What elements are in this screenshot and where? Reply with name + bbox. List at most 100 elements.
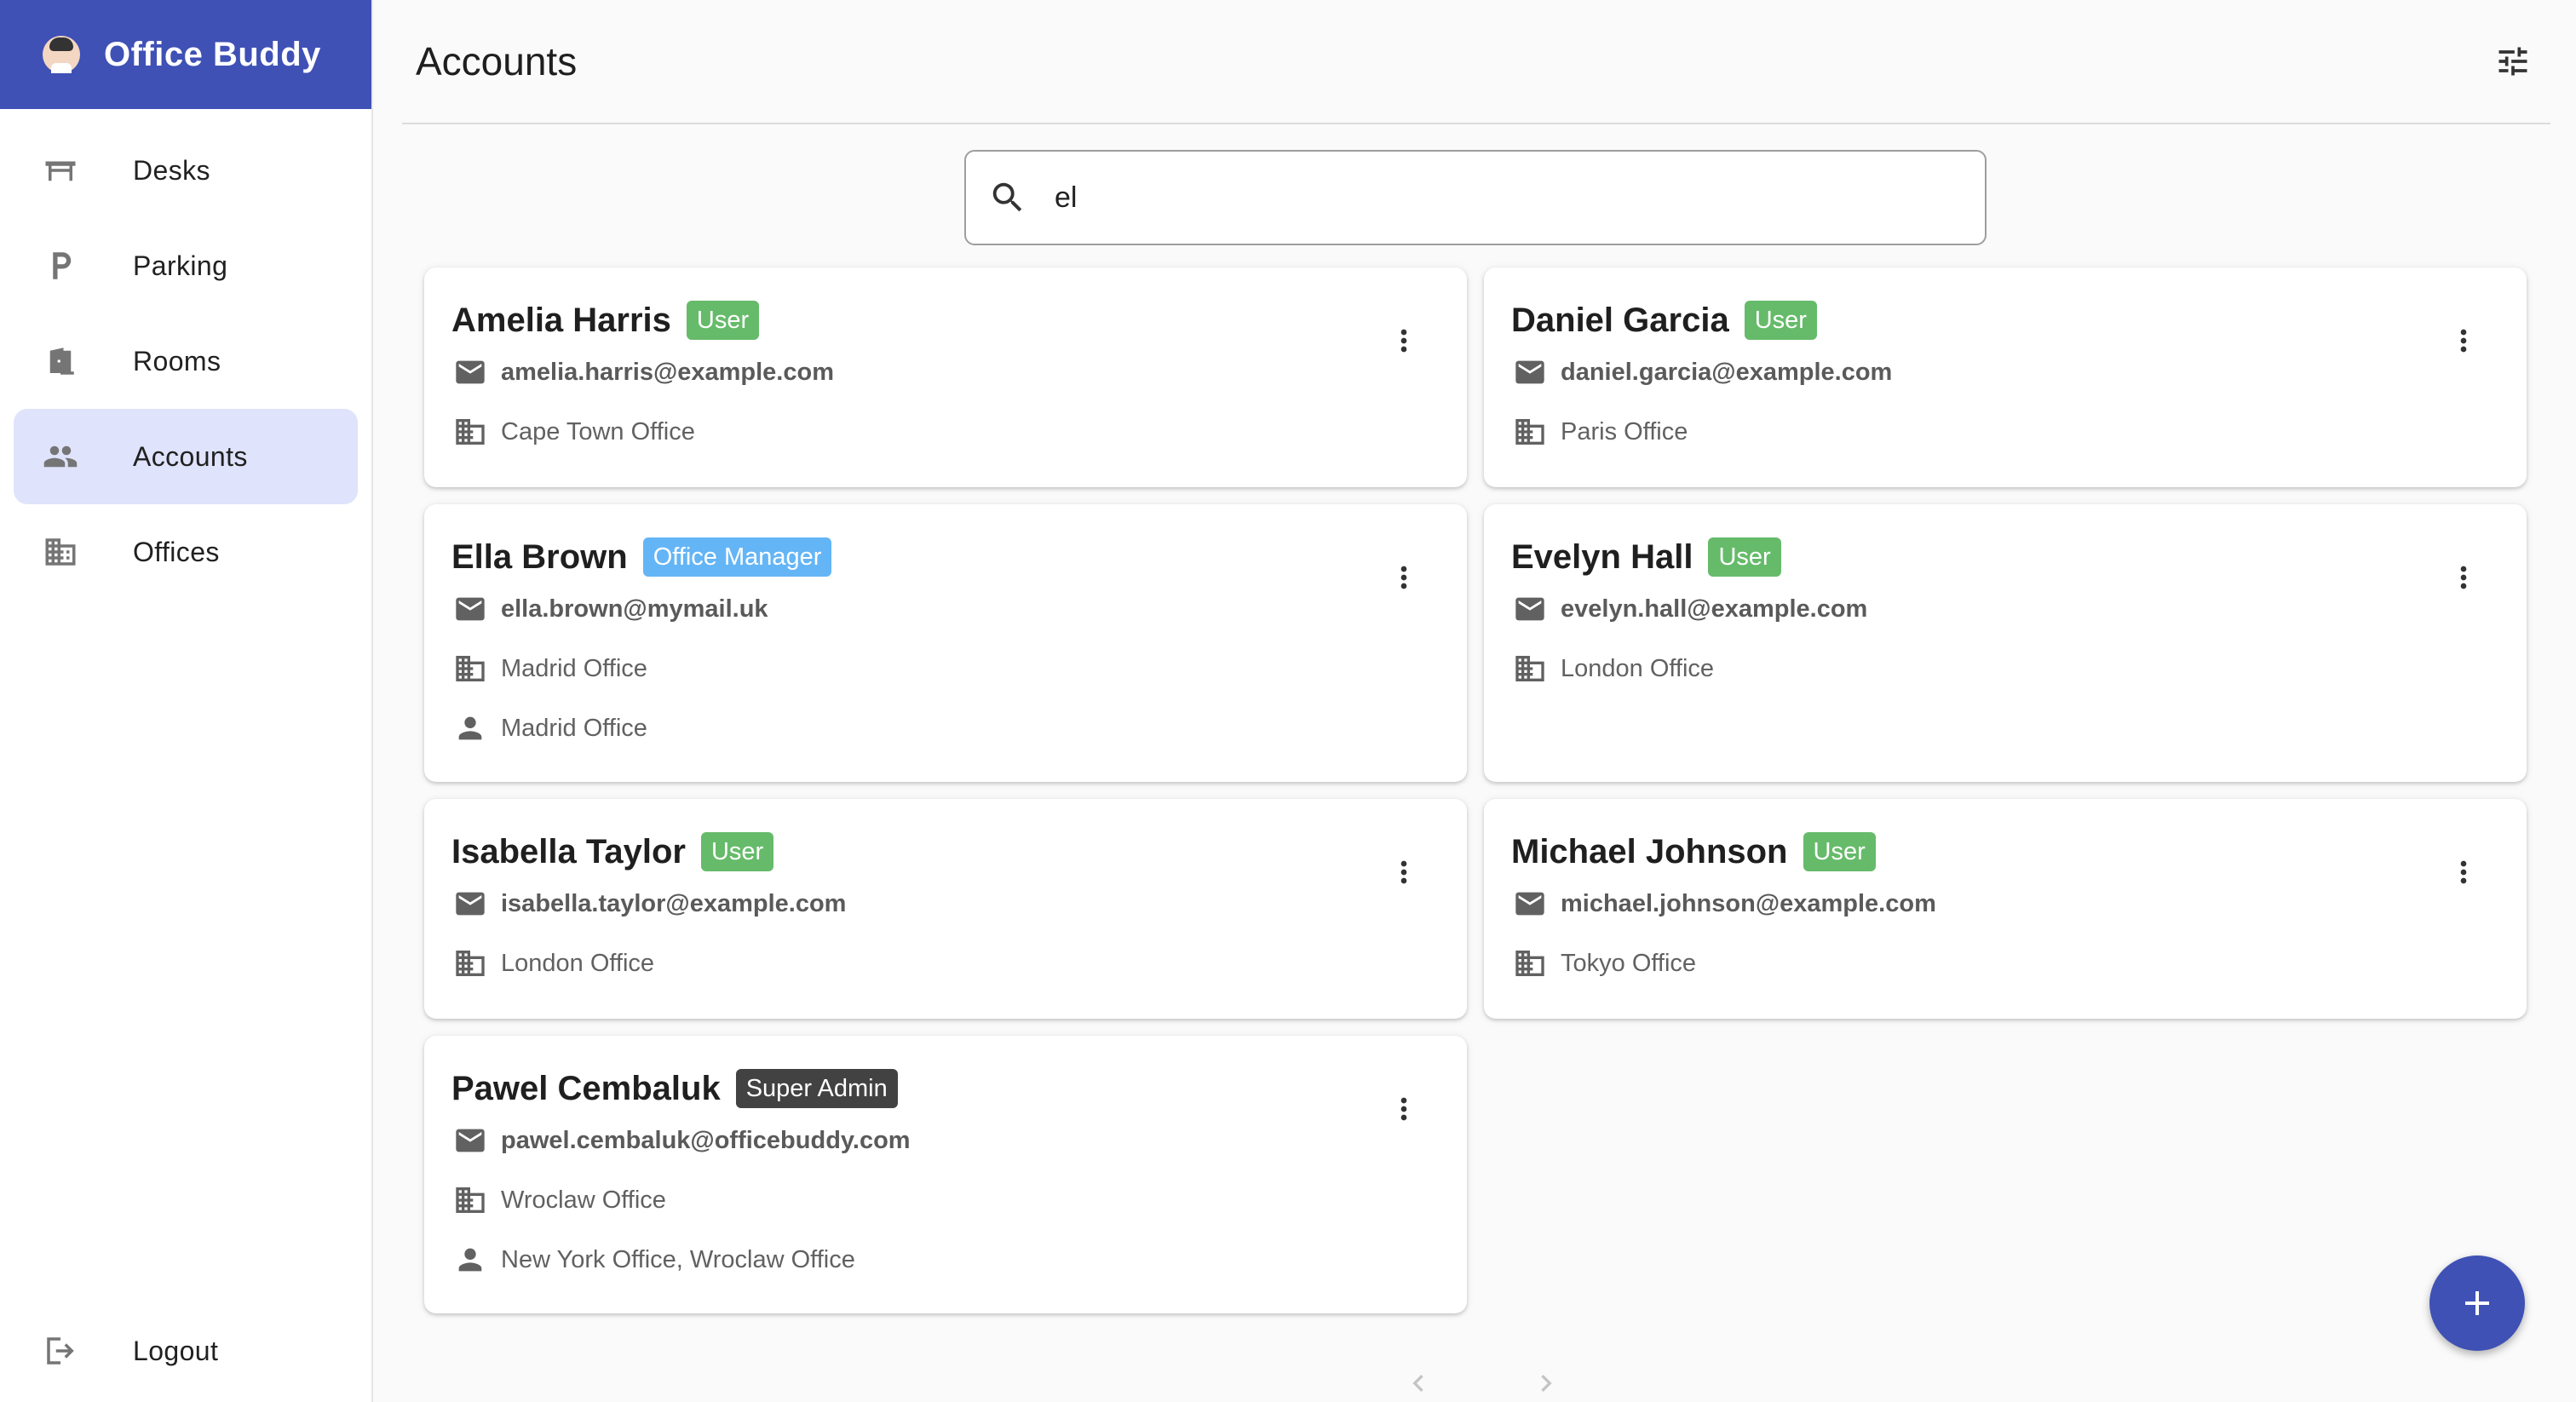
mail-icon (456, 597, 485, 621)
app-title: Office Buddy (104, 35, 321, 73)
more-options-button[interactable] (1387, 552, 1421, 603)
account-name: Isabella Taylor (451, 832, 686, 871)
page-title: Accounts (416, 39, 578, 83)
account-managed-offices: New York Office, Wroclaw Office (501, 1245, 855, 1273)
more-vert-icon (1400, 860, 1407, 884)
email-row: amelia.harris@example.com (451, 342, 1440, 402)
desk-icon (43, 152, 78, 188)
account-office: Paris Office (1561, 417, 1688, 445)
email-row: daniel.garcia@example.com (1511, 342, 2499, 402)
page-header: Accounts (402, 0, 2550, 124)
chevron-right-icon (1541, 1375, 1552, 1392)
sidebar-item-label: Rooms (133, 345, 221, 376)
pagination (1397, 1365, 1567, 1402)
search-box (964, 150, 1987, 245)
app-brand[interactable]: Office Buddy (0, 0, 371, 109)
office-row: Tokyo Office (1511, 934, 2499, 993)
account-email: ella.brown@mymail.uk (501, 595, 768, 623)
account-email: isabella.taylor@example.com (501, 889, 847, 917)
more-options-button[interactable] (1387, 315, 1421, 366)
role-badge: Super Admin (735, 1069, 898, 1108)
account-office: Tokyo Office (1561, 949, 1697, 977)
logout-icon (43, 1333, 78, 1369)
sidebar-item-rooms[interactable]: Rooms (14, 313, 358, 409)
role-badge: User (1708, 537, 1781, 577)
sidebar-item-accounts[interactable]: Accounts (14, 409, 358, 504)
office-row: Wroclaw Office (451, 1170, 1440, 1230)
role-badge: User (700, 832, 774, 871)
more-options-button[interactable] (1387, 847, 1421, 898)
account-card: Evelyn Hall User evelyn.hall@example.com… (1484, 504, 2527, 782)
account-card: Michael Johnson User michael.johnson@exa… (1484, 799, 2527, 1019)
more-options-button[interactable] (2447, 315, 2481, 366)
next-page-button[interactable] (1525, 1365, 1567, 1402)
person-icon (458, 716, 482, 740)
sidebar: Office Buddy Desks Parking Rooms Account… (0, 0, 373, 1402)
sidebar-item-desks[interactable]: Desks (14, 123, 358, 218)
account-name: Evelyn Hall (1511, 537, 1693, 576)
mail-icon (456, 1129, 485, 1152)
filter-button[interactable] (2487, 36, 2539, 87)
door-icon (43, 343, 78, 379)
managed-offices-row: New York Office, Wroclaw Office (451, 1230, 1440, 1290)
tune-icon (2498, 47, 2527, 76)
account-email: pawel.cembaluk@officebuddy.com (501, 1126, 911, 1154)
sidebar-item-label: Desks (133, 154, 210, 186)
more-vert-icon (2460, 329, 2467, 353)
mail-icon (1515, 597, 1544, 621)
account-card: Ella Brown Office Manager ella.brown@mym… (424, 504, 1467, 782)
building-icon (1515, 656, 1544, 681)
office-row: Cape Town Office (451, 402, 1440, 462)
more-options-button[interactable] (2447, 847, 2481, 898)
account-email: michael.johnson@example.com (1561, 889, 1936, 917)
sidebar-item-offices[interactable]: Offices (14, 504, 358, 600)
office-row: London Office (451, 934, 1440, 993)
account-name: Daniel Garcia (1511, 301, 1729, 339)
people-icon (43, 439, 78, 474)
mail-icon (456, 892, 485, 916)
person-icon (458, 1248, 482, 1272)
role-badge: Office Manager (642, 537, 832, 577)
account-managed-offices: Madrid Office (501, 714, 647, 742)
building-icon (1515, 419, 1544, 445)
logout-button[interactable]: Logout (14, 1303, 359, 1399)
email-row: ella.brown@mymail.uk (451, 579, 1440, 639)
account-office: Wroclaw Office (501, 1186, 666, 1214)
more-options-button[interactable] (1387, 1083, 1421, 1135)
logout-label: Logout (133, 1335, 219, 1366)
account-office: London Office (1561, 654, 1715, 682)
account-name: Michael Johnson (1511, 832, 1788, 871)
email-row: isabella.taylor@example.com (451, 874, 1440, 934)
previous-page-button[interactable] (1397, 1365, 1440, 1402)
more-vert-icon (1400, 1097, 1407, 1121)
building-icon (456, 1187, 485, 1213)
sidebar-nav: Desks Parking Rooms Accounts Offices (0, 109, 371, 613)
email-row: michael.johnson@example.com (1511, 874, 2499, 934)
account-name: Pawel Cembaluk (451, 1069, 721, 1107)
chevron-left-icon (1412, 1375, 1423, 1392)
add-account-button[interactable] (2429, 1255, 2525, 1351)
sidebar-item-parking[interactable]: Parking (14, 218, 358, 313)
more-vert-icon (2460, 860, 2467, 884)
email-row: pawel.cembaluk@officebuddy.com (451, 1111, 1440, 1170)
more-options-button[interactable] (2447, 552, 2481, 603)
building-icon (456, 656, 485, 681)
role-badge: User (1803, 832, 1876, 871)
account-email: evelyn.hall@example.com (1561, 595, 1868, 623)
more-vert-icon (1400, 329, 1407, 353)
account-name: Ella Brown (451, 537, 628, 576)
account-card: Daniel Garcia User daniel.garcia@example… (1484, 267, 2527, 487)
account-card: Isabella Taylor User isabella.taylor@exa… (424, 799, 1467, 1019)
office-row: Paris Office (1511, 402, 2499, 462)
sidebar-item-label: Accounts (133, 440, 248, 472)
sidebar-item-label: Offices (133, 536, 220, 567)
more-vert-icon (1400, 566, 1407, 589)
search-input[interactable] (1053, 180, 1951, 215)
sidebar-item-label: Parking (133, 250, 228, 281)
email-row: evelyn.hall@example.com (1511, 579, 2499, 639)
building-icon (43, 534, 78, 570)
mail-icon (1515, 360, 1544, 384)
plus-icon (2465, 1291, 2489, 1315)
account-email: amelia.harris@example.com (501, 358, 834, 386)
role-badge: User (686, 301, 760, 340)
